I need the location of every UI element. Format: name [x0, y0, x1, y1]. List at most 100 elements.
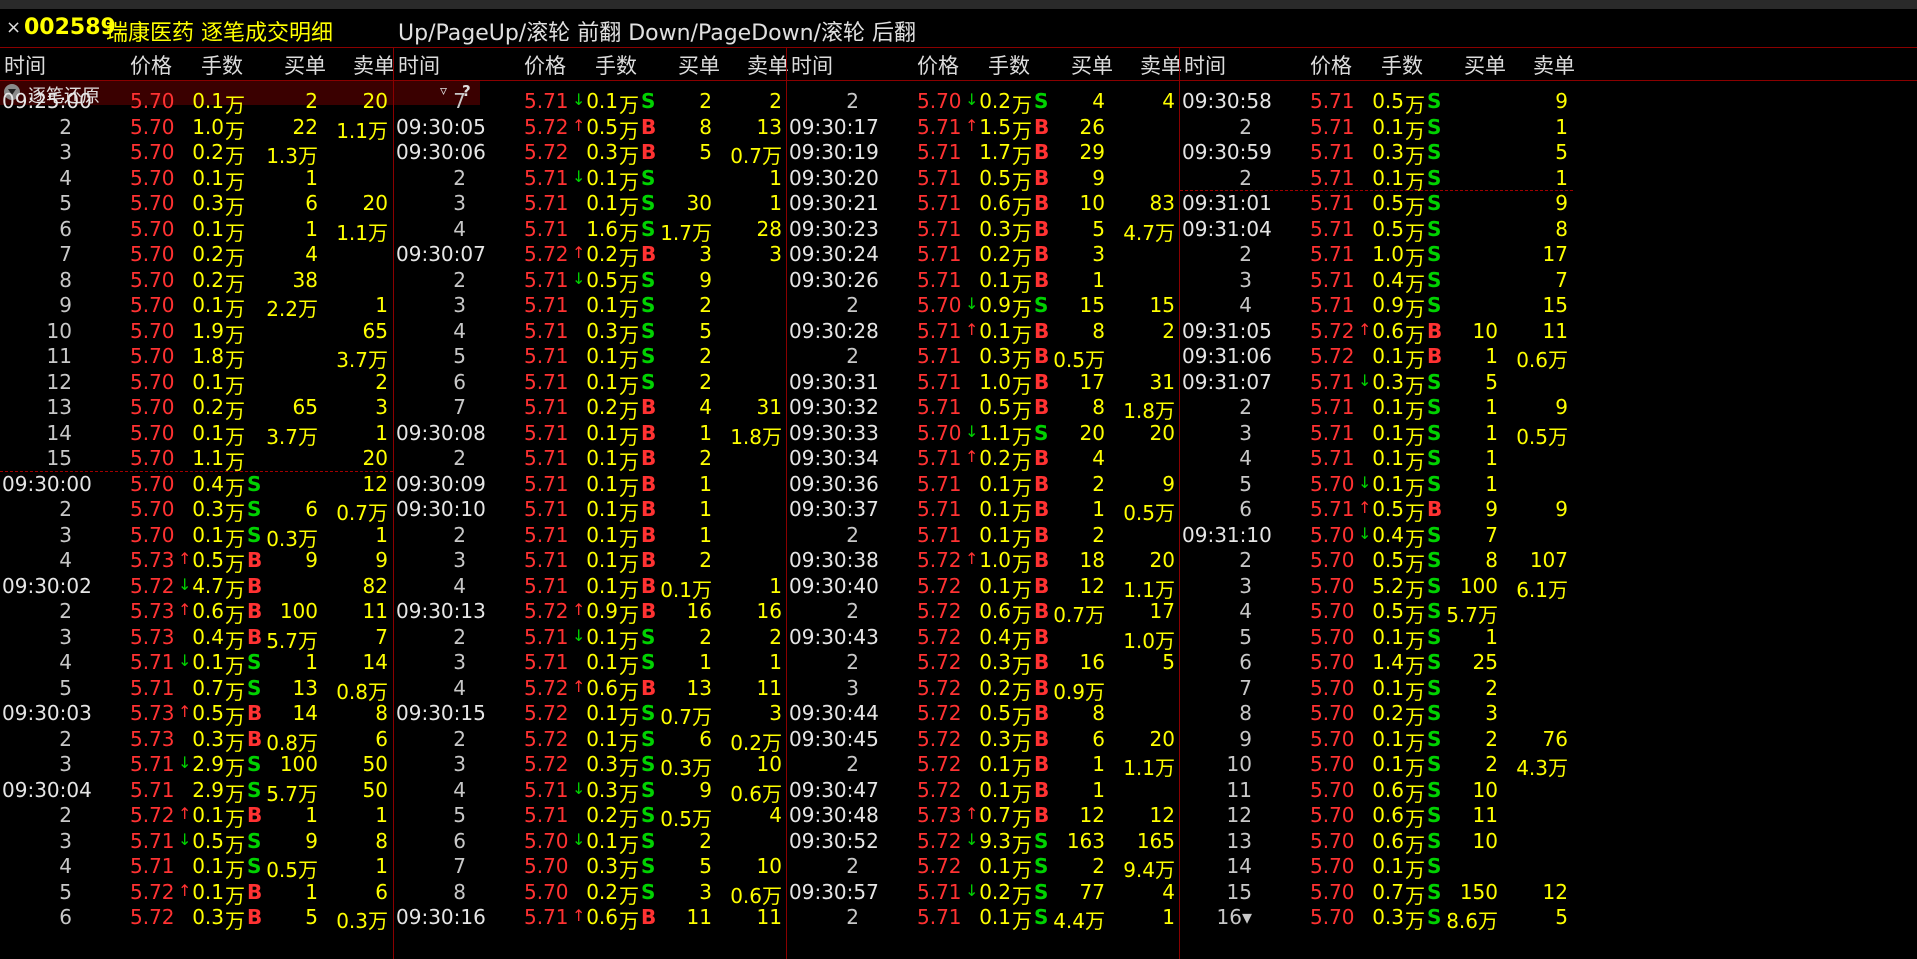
panel-divider: [393, 48, 394, 959]
trade-volume: 0.2: [586, 242, 618, 266]
trade-volume: 0.1: [586, 89, 618, 113]
header-volume[interactable]: 手数: [1381, 50, 1423, 80]
header-price[interactable]: 价格: [1310, 50, 1352, 80]
trade-volume: 0.3: [979, 650, 1011, 674]
trade-time: 4: [1239, 446, 1252, 470]
trade-price: 5.71: [917, 905, 962, 929]
trade-volume: 0.3: [192, 726, 224, 751]
buy-order: 1: [1485, 624, 1498, 649]
header-sell[interactable]: 卖单: [353, 50, 395, 80]
trade-price: 5.70: [1310, 548, 1355, 572]
sell-order: 0.5万: [1123, 501, 1175, 525]
buy-order: 11: [686, 905, 712, 929]
trade-price: 5.71: [524, 548, 569, 572]
trade-volume: 0.1: [586, 293, 618, 317]
trade-price: 5.70: [1310, 650, 1355, 674]
header-price[interactable]: 价格: [130, 50, 172, 80]
sell-order: 5: [1162, 650, 1175, 674]
trade-direction: B: [247, 573, 263, 598]
buy-order: 2: [699, 293, 712, 317]
buy-order: 100: [1459, 573, 1498, 598]
trade-time: 5: [453, 803, 466, 827]
trade-time: 2: [1239, 548, 1252, 572]
trade-price: 5.70: [1310, 573, 1355, 598]
header-volume[interactable]: 手数: [988, 50, 1030, 80]
trade-volume: 0.1: [192, 89, 224, 113]
header-buy[interactable]: 买单: [678, 50, 720, 80]
trade-price: 5.71: [1310, 140, 1355, 164]
trade-time: 09:30:20: [789, 165, 879, 190]
sell-order: 9: [1555, 497, 1568, 521]
trade-price: 5.71: [1310, 165, 1355, 190]
trade-price: 5.70: [130, 293, 175, 317]
header-price[interactable]: 价格: [524, 50, 566, 80]
trade-price: 5.73: [130, 624, 175, 649]
sell-order: 65: [362, 318, 388, 343]
trade-price: 5.70: [1310, 803, 1355, 827]
close-icon[interactable]: ×: [6, 17, 21, 38]
trade-price: 5.70: [1310, 471, 1355, 496]
trade-price: 5.71: [1310, 267, 1355, 292]
header-time[interactable]: 时间: [1184, 50, 1226, 80]
buy-order: 29: [1079, 140, 1105, 164]
trade-price: 5.70: [130, 344, 175, 368]
header-buy[interactable]: 买单: [1464, 50, 1506, 80]
trade-price: 5.73: [917, 803, 962, 827]
trade-price: 5.70: [130, 89, 175, 113]
trade-price: 5.70: [524, 828, 569, 853]
sell-order: 13: [756, 114, 782, 139]
sell-order: 1: [769, 165, 782, 190]
trade-price: 5.70: [1310, 752, 1355, 776]
buy-order: 16: [686, 599, 712, 623]
trade-volume: 0.1: [1372, 752, 1404, 776]
header-time[interactable]: 时间: [4, 50, 46, 80]
sell-order: 1: [1555, 165, 1568, 190]
buy-order: 1: [305, 216, 318, 241]
trade-volume: 0.4: [1372, 522, 1404, 547]
trade-volume: 0.1: [1372, 854, 1404, 878]
buy-order: 15: [1079, 293, 1105, 317]
sell-order: 8: [1555, 216, 1568, 241]
trade-volume: 0.6: [192, 599, 224, 623]
header-sell[interactable]: 卖单: [1140, 50, 1182, 80]
sell-order: 1: [769, 573, 782, 598]
trade-price: 5.71: [917, 369, 962, 394]
trade-time: 09:30:21: [789, 191, 879, 215]
trade-time: 9: [59, 293, 72, 317]
trade-price: 5.70: [130, 267, 175, 292]
trade-volume: 0.1: [1372, 446, 1404, 470]
trade-price: 5.72: [130, 803, 175, 827]
header-time[interactable]: 时间: [791, 50, 833, 80]
volume-unit: 万: [1405, 909, 1425, 933]
trade-price: 5.71: [524, 471, 569, 496]
trade-volume: 0.3: [192, 497, 224, 521]
trade-volume: 0.1: [586, 726, 618, 751]
header-time[interactable]: 时间: [398, 50, 440, 80]
trade-time: 2: [59, 497, 72, 521]
trade-direction: S: [1427, 191, 1442, 215]
sell-order: 31: [756, 395, 782, 419]
trade-volume: 0.1: [192, 293, 224, 317]
trade-direction: S: [1427, 114, 1442, 139]
trade-time: 3: [1239, 573, 1252, 598]
header-sell[interactable]: 卖单: [747, 50, 789, 80]
header-volume[interactable]: 手数: [201, 50, 243, 80]
trade-time: 09:30:32: [789, 395, 879, 419]
trade-volume: 0.5: [979, 701, 1011, 725]
header-buy[interactable]: 买单: [284, 50, 326, 80]
trade-time: 09:30:48: [789, 803, 879, 827]
trade-volume: 9.3: [979, 828, 1011, 853]
header-sell[interactable]: 卖单: [1533, 50, 1575, 80]
header-volume[interactable]: 手数: [595, 50, 637, 80]
trade-price: 5.70: [1310, 777, 1355, 802]
trade-price: 5.70: [1310, 726, 1355, 751]
trade-time: 4: [59, 165, 72, 190]
trade-time: 11: [46, 344, 72, 368]
trade-time: 12: [1226, 803, 1252, 827]
header-buy[interactable]: 买单: [1071, 50, 1113, 80]
trade-volume: 1.9: [192, 318, 224, 343]
trade-volume: 0.2: [979, 446, 1011, 470]
trade-price: 5.71: [524, 803, 569, 827]
header-price[interactable]: 价格: [917, 50, 959, 80]
trade-price: 5.70: [130, 114, 175, 139]
